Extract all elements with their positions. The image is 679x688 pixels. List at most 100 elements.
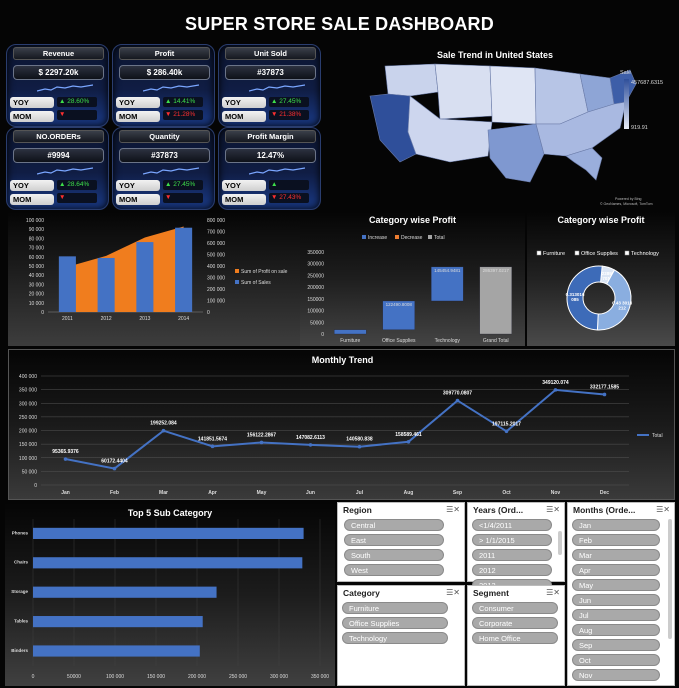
trend-point	[602, 392, 607, 397]
category-label: Technology	[435, 338, 461, 344]
slicer-months[interactable]: Months (Orde... ☰✕ Jan Feb Mar Apr May Jun Jul…	[567, 502, 675, 686]
slicer-item-months[interactable]: Jun	[572, 594, 660, 606]
right-tick-label: 700 000	[207, 230, 225, 236]
data-label: 141851.5674	[198, 436, 227, 442]
slicer-item-region[interactable]: Central	[344, 519, 444, 531]
trend-point	[308, 443, 313, 447]
y-tick-label: 100000	[307, 309, 324, 315]
map-legend-min: 919.91	[631, 125, 648, 131]
right-tick-label: 200 000	[207, 287, 225, 293]
category-label: Binders	[11, 648, 28, 653]
x-tick-label: 300 000	[270, 674, 288, 680]
combo-chart: 100 000 90 000 80 000 70 000 60 000 50 000 40 …	[26, 218, 288, 322]
filter-clear-icon[interactable]: ☰✕	[542, 588, 560, 597]
slicer-item-segment[interactable]: Consumer	[472, 602, 558, 614]
right-tick-label: 100 000	[207, 299, 225, 305]
slicer-years[interactable]: Years (Ord... ☰✕ <1/4/2011 > 1/1/2015 2011…	[467, 502, 565, 591]
slicer-item-months[interactable]: Sep	[572, 639, 660, 651]
slicer-item-months[interactable]: Apr	[572, 564, 660, 576]
slicer-item-months[interactable]: Aug	[572, 624, 660, 636]
kpi-yoy-label: YOY	[116, 97, 160, 108]
kpi-mom-value: ▼ 21.38%	[269, 110, 309, 120]
waterfall-chart: Increase Decrease Total 350000 300000 250000 2…	[307, 235, 512, 344]
legend-swatch	[428, 235, 432, 239]
slicer-item-region[interactable]: South	[344, 549, 444, 561]
slicer-item-category[interactable]: Technology	[342, 632, 448, 644]
slicer-category[interactable]: Category ☰✕ Furniture Office Supplies Tech…	[337, 585, 465, 686]
slicer-item-months[interactable]: Oct	[572, 654, 660, 666]
slicer-item-months[interactable]: Nov	[572, 669, 660, 681]
data-label: 122490.8008	[386, 302, 413, 307]
kpi-mom-value: ▼	[163, 193, 203, 203]
left-tick-label: 50 000	[29, 264, 45, 270]
kpi-mom-label: MOM	[222, 111, 266, 122]
slicer-item-months[interactable]: Feb	[572, 534, 660, 546]
slicer-item-months[interactable]: Jan	[572, 519, 660, 531]
filter-clear-icon[interactable]: ☰✕	[442, 588, 460, 597]
month-label: May	[257, 490, 267, 496]
slicer-item-region[interactable]: East	[344, 534, 444, 546]
month-label: Feb	[110, 490, 119, 496]
slicer-item-region[interactable]: West	[344, 564, 444, 576]
x-tick-label: 100 000	[106, 674, 124, 680]
slicer-item-years[interactable]: > 1/1/2015	[472, 534, 552, 546]
month-label: Nov	[551, 490, 561, 496]
sales-bar	[97, 257, 115, 312]
data-label: 147082.6113	[296, 435, 325, 441]
month-label: Mar	[159, 490, 168, 496]
data-label: 286397.0217	[483, 268, 510, 273]
slicer-item-months[interactable]: Mar	[572, 549, 660, 561]
left-tick-label: 60 000	[29, 255, 45, 261]
trend-point	[455, 398, 460, 403]
slicer-item-months[interactable]: May	[572, 579, 660, 591]
right-tick-label: 300 000	[207, 276, 225, 282]
slicer-item-months[interactable]: Jul	[572, 609, 660, 621]
sales-bar	[136, 242, 154, 312]
slicer-item-segment[interactable]: Home Office	[472, 632, 558, 644]
filter-clear-icon[interactable]: ☰✕	[542, 505, 560, 514]
kpi-yoy-text: 27.45%	[279, 98, 302, 105]
data-label: 212	[618, 306, 626, 311]
slicer-item-years[interactable]: 2011	[472, 549, 552, 561]
slicer-item-category[interactable]: Furniture	[342, 602, 448, 614]
sparkline-icon	[249, 167, 305, 175]
x-tick-label: 0	[32, 674, 35, 680]
slicer-region[interactable]: Region ☰✕ Central East South West	[337, 502, 465, 582]
data-label: 349120.074	[542, 380, 569, 386]
y-tick-label: 300000	[307, 262, 324, 268]
right-tick-label: 600 000	[207, 241, 225, 247]
right-tick-label: 400 000	[207, 264, 225, 270]
right-tick-label: 0	[207, 310, 210, 316]
data-label: 309770.0807	[443, 391, 472, 397]
kpi-mom-text: 21.28%	[173, 111, 196, 118]
slicer-months-scrollbar[interactable]	[668, 519, 672, 639]
map-region-northwest	[384, 63, 439, 97]
filter-clear-icon[interactable]: ☰✕	[652, 505, 670, 514]
month-label: Aug	[404, 490, 414, 496]
kpi-tile: Revenue $ 2297.20k YOY MOM ▲ 28.60% ▼	[6, 44, 109, 127]
kpi-label: Profit	[119, 47, 210, 60]
subcat-panel: Top 5 Sub Category 0 50000 100 000 150 000 2…	[5, 503, 335, 686]
slicer-years-scrollbar[interactable]	[558, 531, 562, 555]
us-map[interactable]: Sale 457687.6315 919.91 Powered by Bing …	[330, 44, 675, 210]
map-region-texas	[487, 123, 545, 183]
trend-point	[63, 457, 68, 461]
slicer-item-years[interactable]: <1/4/2011	[472, 519, 552, 531]
filter-clear-icon[interactable]: ☰✕	[442, 505, 460, 514]
kpi-mom-label: MOM	[10, 194, 54, 205]
y-tick-label: 300 000	[19, 401, 37, 407]
kpi-yoy-text: 28.64%	[67, 181, 90, 188]
kpi-tile: Unit Sold #37873 YOY MOM ▲ 27.45% ▼ 21.38%	[218, 44, 321, 127]
map-legend-scale	[624, 79, 629, 129]
kpi-yoy-value: ▲ 27.45%	[163, 180, 203, 190]
slicer-item-category[interactable]: Office Supplies	[342, 617, 448, 629]
legend-label: Technology	[631, 251, 659, 257]
slicer-item-segment[interactable]: Corporate	[472, 617, 558, 629]
legend-label: Office Supplies	[581, 251, 618, 257]
kpi-mom-label: MOM	[116, 194, 160, 205]
kpi-yoy-label: YOY	[10, 180, 54, 191]
map-region-plains	[489, 65, 537, 125]
slicer-item-years[interactable]: 2012	[472, 564, 552, 576]
slicer-segment[interactable]: Segment ☰✕ Consumer Corporate Home Office	[467, 585, 565, 686]
legend-label: Decrease	[401, 235, 423, 241]
